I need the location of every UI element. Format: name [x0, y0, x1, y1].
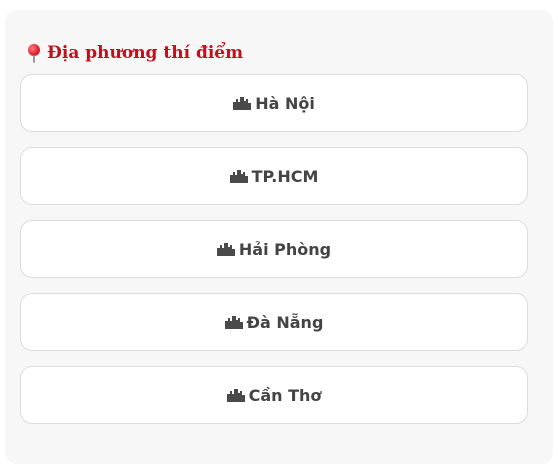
city-button-da-nang[interactable]: Đà Nẵng — [20, 293, 528, 351]
city-label: Đà Nẵng — [246, 312, 324, 332]
cityscape-icon — [229, 170, 248, 183]
round-pushpin-icon — [27, 43, 41, 63]
cityscape-icon — [226, 389, 245, 402]
cityscape-icon — [224, 316, 243, 329]
city-label: Hải Phòng — [238, 239, 332, 259]
city-button-tp-hcm[interactable]: TP.HCM — [20, 147, 528, 205]
city-button-can-tho[interactable]: Cần Thơ — [20, 366, 528, 424]
section-header: Địa phương thí điểm — [27, 43, 243, 63]
city-label: TP.HCM — [251, 166, 319, 186]
section-title: Địa phương thí điểm — [47, 43, 244, 63]
city-label: Cần Thơ — [248, 385, 322, 405]
cityscape-icon — [233, 97, 252, 110]
city-list: Hà Nội TP.HCM Hải Phòng Đà Nẵng Cần Thơ — [20, 74, 528, 439]
cityscape-icon — [216, 243, 235, 256]
city-button-hai-phong[interactable]: Hải Phòng — [20, 220, 528, 278]
city-label: Hà Nội — [255, 93, 315, 113]
city-button-ha-noi[interactable]: Hà Nội — [20, 74, 528, 132]
